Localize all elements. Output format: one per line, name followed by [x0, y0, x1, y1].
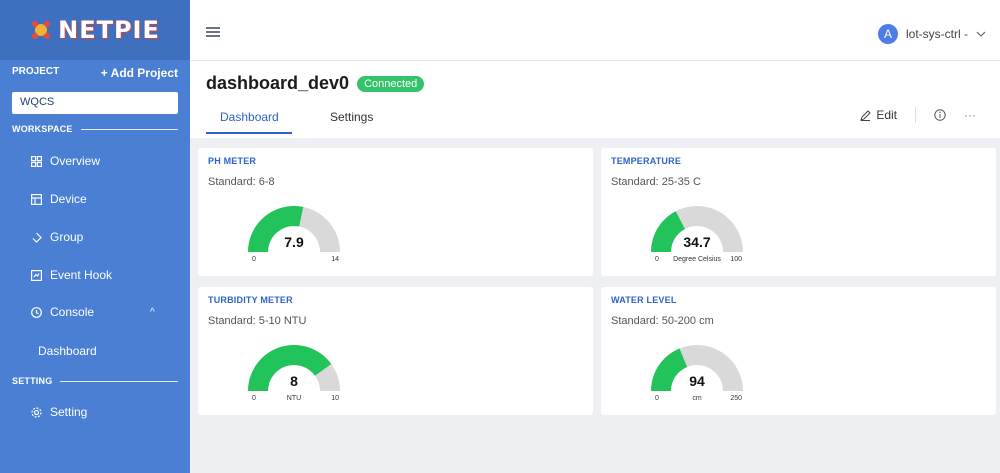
gauge-value: 8	[290, 373, 298, 389]
topbar: A lot-sys-ctrl -	[190, 0, 1000, 60]
tab-settings[interactable]: Settings	[330, 110, 373, 124]
sidebar-item-group[interactable]: Group	[30, 230, 83, 244]
gauge-max: 10	[331, 395, 339, 402]
card-turbidity-meter: TURBIDITY METER Standard: 5-10 NTU 8 0 N…	[198, 287, 593, 415]
status-badge: Connected	[357, 75, 425, 92]
chevron-up-icon[interactable]: ^	[150, 307, 155, 318]
sidebar-item-event-hook[interactable]: Event Hook	[30, 268, 112, 282]
page-header: dashboard_dev0 Connected Dashboard Setti…	[190, 60, 1000, 138]
user-name: lot-sys-ctrl -	[906, 27, 968, 41]
card-title: TEMPERATURE	[611, 156, 682, 166]
sidebar-item-device[interactable]: Device	[30, 192, 87, 206]
user-menu[interactable]: A lot-sys-ctrl -	[878, 24, 986, 44]
divider	[60, 380, 178, 382]
more-options-button[interactable]: ···	[964, 108, 976, 122]
sidebar-item-console[interactable]: Console	[30, 305, 94, 319]
card-ph-meter: PH METER Standard: 6-8 7.9 0 14	[198, 148, 593, 276]
sidebar-item-label: Setting	[50, 405, 88, 419]
active-tab-indicator	[206, 132, 292, 134]
sidebar-item-label: Group	[50, 230, 84, 244]
gauge: 94 0 cm 250	[647, 335, 747, 402]
workspace-label: WORKSPACE	[12, 124, 73, 134]
gauge: 7.9 0 14	[244, 196, 344, 263]
netpie-logo[interactable]: NETPIE	[0, 0, 190, 60]
pencil-icon	[860, 109, 872, 121]
gauge-max: 250	[730, 395, 742, 402]
card-title: PH METER	[208, 156, 257, 166]
chevron-down-icon	[976, 31, 986, 37]
sidebar-item-label: Overview	[50, 154, 101, 168]
gauge: 34.7 0 Degree Celsius 100	[647, 196, 747, 263]
gauge: 8 0 NTU 10	[244, 335, 344, 402]
edit-label: Edit	[876, 108, 897, 122]
logo-text: NETPIE	[58, 16, 160, 44]
card-standard: Standard: 25-35 C	[611, 176, 701, 188]
setting-section: SETTING	[12, 376, 178, 386]
grid-icon	[30, 155, 42, 167]
project-row: PROJECT + Add Project	[12, 66, 178, 80]
event-hook-icon	[30, 269, 42, 281]
sidebar-item-dashboard[interactable]: Dashboard	[38, 344, 97, 358]
page-title: dashboard_dev0	[206, 73, 350, 93]
avatar: A	[878, 24, 898, 44]
page-title-row: dashboard_dev0 Connected	[206, 73, 425, 94]
card-water-level: WATER LEVEL Standard: 50-200 cm 94 0 cm …	[601, 287, 996, 415]
divider	[80, 128, 178, 130]
edit-button[interactable]: Edit	[860, 108, 897, 122]
card-standard: Standard: 50-200 cm	[611, 315, 714, 327]
sidebar-item-label: Dashboard	[38, 344, 97, 358]
sidebar-item-overview[interactable]: Overview	[30, 154, 100, 168]
project-label: PROJECT	[12, 66, 60, 77]
gear-icon	[30, 406, 42, 418]
gauge-value: 7.9	[284, 234, 304, 250]
card-title: TURBIDITY METER	[208, 295, 293, 305]
add-project-button[interactable]: + Add Project	[101, 66, 178, 80]
clock-icon	[30, 306, 42, 318]
sidebar-item-label: Console	[50, 305, 95, 319]
gauge-max: 100	[730, 256, 742, 263]
gauge-value: 34.7	[683, 234, 711, 250]
card-standard: Standard: 6-8	[208, 176, 275, 188]
gauge-value: 94	[689, 373, 705, 389]
sidebar-item-setting[interactable]: Setting	[30, 405, 87, 419]
card-standard: Standard: 5-10 NTU	[208, 315, 307, 327]
group-icon	[30, 231, 42, 243]
gauge-min: 0	[252, 256, 256, 263]
menu-toggle-icon[interactable]	[206, 27, 220, 37]
sidebar: NETPIE PROJECT + Add Project WQCS WORKSP…	[0, 0, 190, 473]
sidebar-item-label: Event Hook	[50, 268, 113, 282]
header-actions: Edit ···	[860, 107, 976, 123]
card-title: WATER LEVEL	[611, 295, 677, 305]
tab-dashboard[interactable]: Dashboard	[220, 110, 279, 124]
workspace-section: WORKSPACE	[12, 124, 178, 134]
divider	[915, 107, 916, 123]
card-temperature: TEMPERATURE Standard: 25-35 C 34.7 0 Deg…	[601, 148, 996, 276]
gauge-unit: NTU	[286, 395, 302, 402]
project-select[interactable]: WQCS	[12, 92, 178, 114]
sidebar-item-label: Device	[50, 192, 87, 206]
device-icon	[30, 193, 42, 205]
netpie-logo-icon	[32, 21, 51, 39]
setting-section-label: SETTING	[12, 376, 53, 386]
info-icon[interactable]	[934, 109, 946, 121]
gauge-max: 14	[331, 256, 339, 263]
